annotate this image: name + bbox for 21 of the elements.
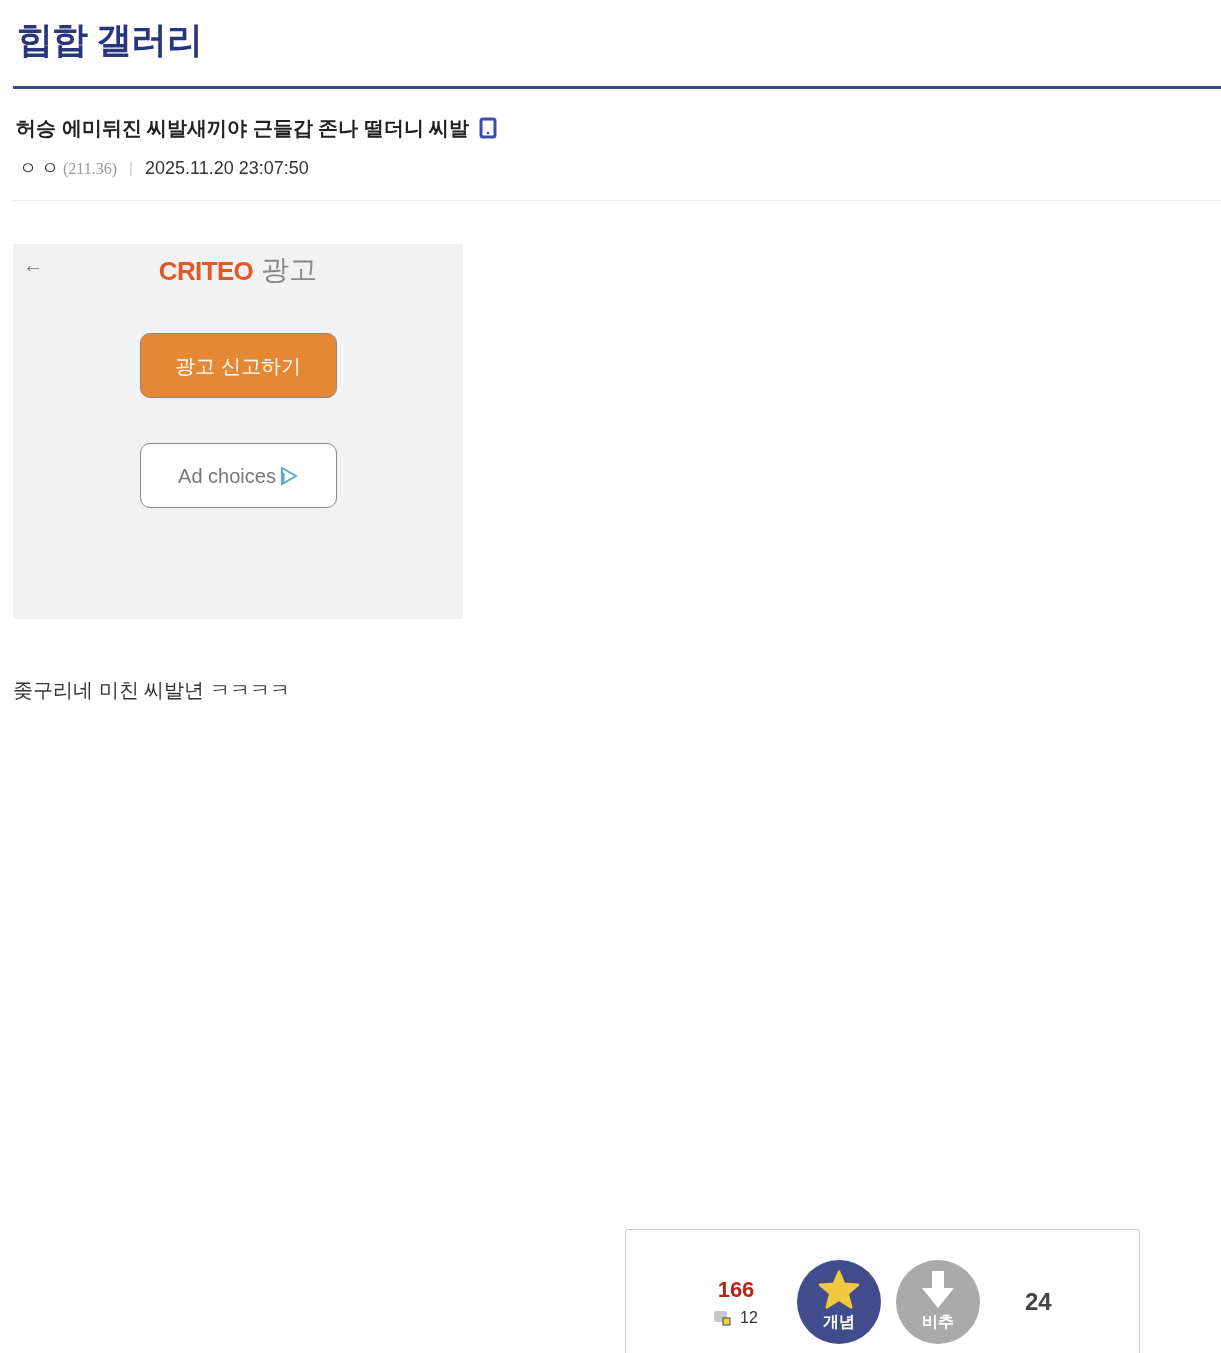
meta-separator: |: [129, 158, 133, 179]
downvote-count: 24: [1025, 1286, 1052, 1317]
fixed-upvote-count: 12: [740, 1308, 758, 1328]
fixed-user-icon: [714, 1310, 733, 1326]
star-icon: [818, 1269, 860, 1310]
upvote-button[interactable]: 개념: [797, 1259, 881, 1344]
gallery-title[interactable]: 힙합 갤러리: [13, 14, 202, 66]
post-date: 2025.11.20 23:07:50: [144, 157, 309, 180]
post-body: 좆구리네 미친 씨발년 ㅋㅋㅋㅋ: [13, 678, 291, 703]
down-arrow-icon: [920, 1269, 956, 1310]
ad-choices-button[interactable]: Ad choices: [139, 443, 337, 508]
back-arrow[interactable]: ←: [23, 250, 43, 280]
author-name[interactable]: ㅇㅇ: [19, 155, 63, 182]
criteo-logo[interactable]: CRITEO: [158, 252, 254, 291]
report-ad-button[interactable]: 광고 신고하기: [139, 333, 337, 398]
downvote-button[interactable]: 비추: [896, 1259, 980, 1344]
post-title: 허승 에미뒤진 씨발새끼야 근들갑 존나 떨더니 씨발: [16, 116, 470, 141]
author-ip: (211.36): [63, 158, 118, 180]
upvote-count: 166: [717, 1276, 755, 1304]
ad-label: 광고: [261, 253, 318, 287]
ad-choices-icon: [279, 465, 298, 486]
